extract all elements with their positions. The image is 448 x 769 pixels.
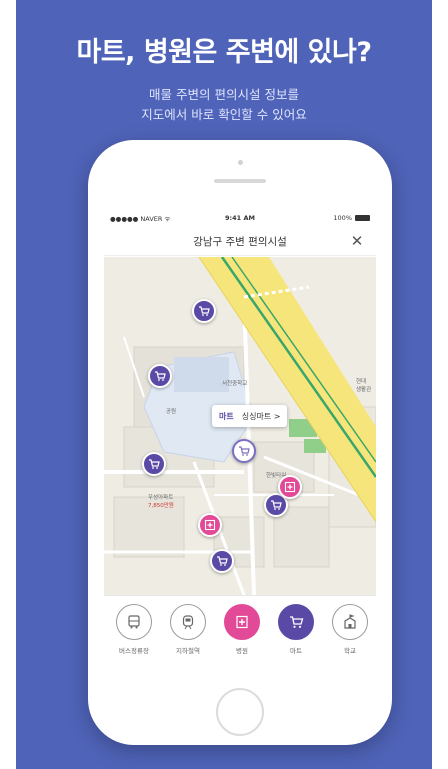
category-school[interactable]: 학교 [326, 604, 374, 655]
category-bus-stop[interactable]: 버스정류장 [110, 604, 158, 655]
cart-icon [155, 371, 166, 381]
cart-icon [217, 556, 228, 566]
category-bar: 버스정류장 지하철역 병원 마트 학교 [104, 595, 376, 668]
callout-name: 싱싱마트 > [241, 411, 281, 421]
category-label: 버스정류장 [119, 647, 149, 655]
subline-2: 지도에서 바로 확인할 수 있어요 [141, 107, 307, 122]
category-subway[interactable]: 지하철역 [164, 604, 212, 655]
bus-icon [128, 615, 140, 629]
cart-icon [290, 616, 304, 628]
phone-mockup: ●●●●● NAVER ᯤ 9:41 AM 100% 강남구 주변 편의시설 ✕ [88, 140, 392, 745]
place-callout[interactable]: 마트 싱싱마트 > [212, 405, 288, 427]
subline-1: 매물 주변의 편의시설 정보를 [149, 87, 299, 102]
map-label-apt: 우성아파트 [148, 495, 174, 501]
hospital-marker[interactable] [198, 513, 222, 537]
battery-icon [355, 215, 370, 221]
map-label-side: 현대 생활관 [356, 379, 372, 393]
promo-banner: 마트, 병원은 주변에 있나? 매물 주변의 편의시설 정보를 지도에서 바로 … [16, 0, 432, 769]
headline: 마트, 병원은 주변에 있나? [76, 37, 372, 68]
close-icon[interactable]: ✕ [348, 232, 366, 250]
school-icon [344, 614, 356, 629]
title-bar: 강남구 주변 편의시설 ✕ [104, 226, 376, 256]
cart-icon [199, 306, 210, 316]
speaker-grill [214, 179, 266, 183]
status-battery-text: 100% [333, 214, 352, 222]
category-label: 학교 [344, 647, 356, 655]
mart-marker[interactable] [210, 549, 234, 573]
app-screen: ●●●●● NAVER ᯤ 9:41 AM 100% 강남구 주변 편의시설 ✕ [104, 210, 376, 668]
cart-icon [239, 446, 250, 456]
category-label: 지하철역 [176, 647, 200, 655]
category-mart[interactable]: 마트 [272, 604, 320, 655]
category-hospital[interactable]: 병원 [218, 604, 266, 655]
hospital-icon [204, 519, 216, 531]
hospital-marker[interactable] [278, 475, 302, 499]
category-label: 병원 [236, 647, 248, 655]
category-label: 마트 [290, 647, 302, 655]
hospital-icon [284, 481, 296, 493]
subway-icon [182, 615, 194, 630]
map-label-school: 서천중학교 [222, 381, 248, 387]
screen-title: 강남구 주변 편의시설 [193, 236, 287, 248]
map-view[interactable]: 서천중학교 공원 우성아파트 7,850만원 한빛타워 현대 생활관 마트 싱싱… [104, 257, 376, 595]
cart-icon [149, 459, 160, 469]
cart-icon [271, 500, 282, 510]
camera-dot [238, 160, 243, 165]
map-label-park: 공원 [166, 409, 177, 415]
mart-marker[interactable] [142, 452, 166, 476]
home-button[interactable] [216, 688, 264, 736]
selected-mart-marker[interactable] [232, 439, 256, 463]
mart-marker[interactable] [148, 364, 172, 388]
callout-category: 마트 [219, 411, 234, 421]
map-label-apt-price: 7,850만원 [148, 503, 174, 509]
mart-marker[interactable] [192, 299, 216, 323]
status-bar: ●●●●● NAVER ᯤ 9:41 AM 100% [104, 210, 376, 226]
hospital-icon [236, 615, 248, 629]
